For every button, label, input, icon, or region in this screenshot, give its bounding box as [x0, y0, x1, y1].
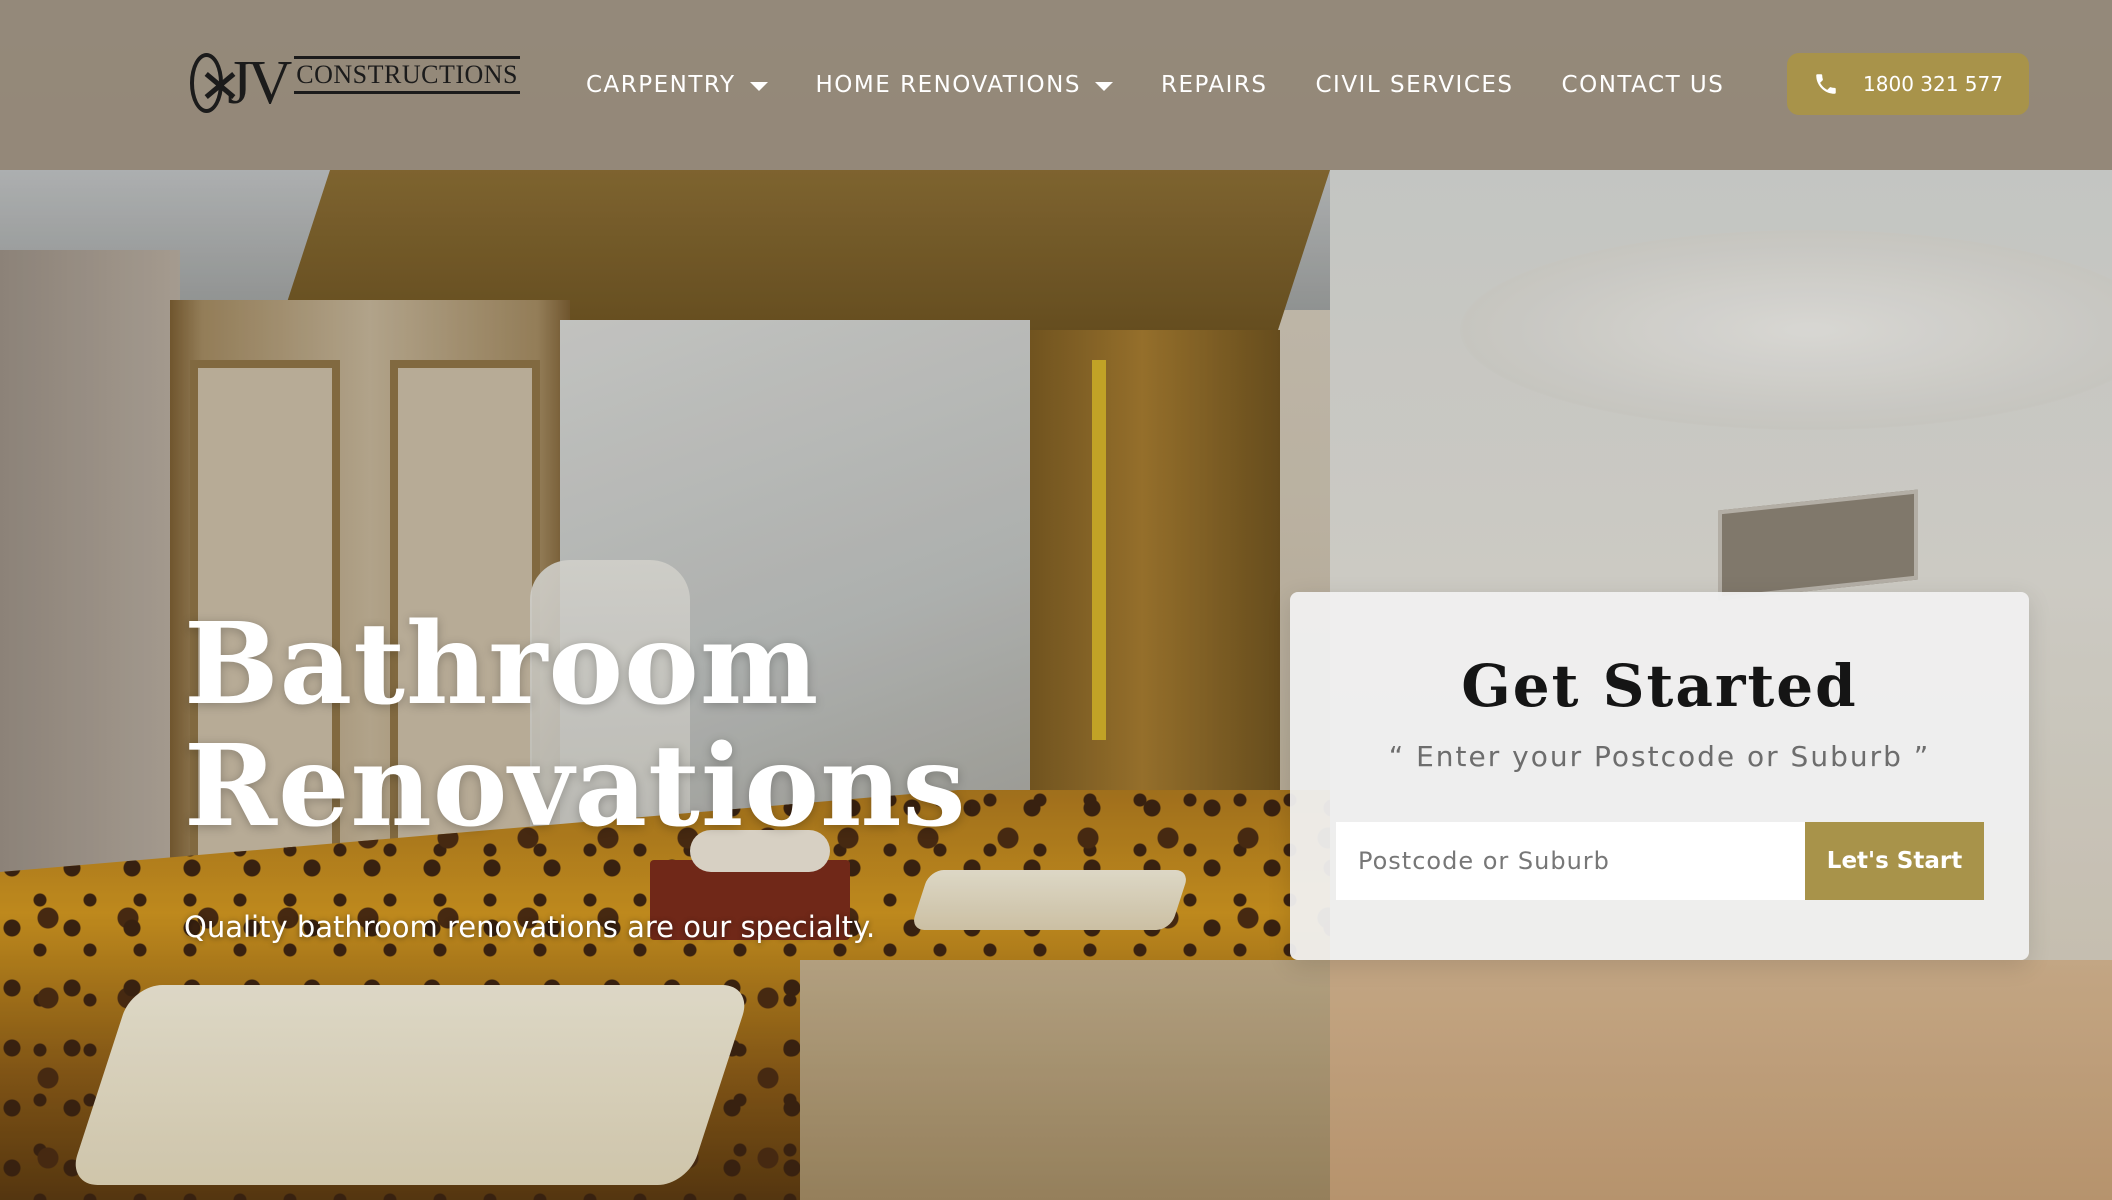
logo-wordmark: CONSTRUCTIONS: [294, 56, 520, 94]
nav-item-label: CONTACT US: [1561, 72, 1725, 98]
site-header: JV CONSTRUCTIONS CARPENTRY HOME RENOVATI…: [0, 0, 2112, 170]
lets-start-button[interactable]: Let's Start: [1805, 822, 1984, 900]
phone-button[interactable]: 1800 321 577: [1787, 53, 2029, 115]
get-started-subtitle: “ Enter your Postcode or Suburb ”: [1388, 740, 1931, 773]
get-started-card: Get Started “ Enter your Postcode or Sub…: [1290, 592, 2029, 960]
nav-item-civil-services[interactable]: CIVIL SERVICES: [1315, 72, 1513, 98]
nav-item-label: REPAIRS: [1160, 72, 1268, 98]
postcode-form: Let's Start: [1336, 822, 1984, 900]
hero-title: Bathroom Renovations: [184, 604, 1004, 848]
main-nav: CARPENTRY HOME RENOVATIONS REPAIRS CIVIL…: [586, 62, 1772, 108]
hero-subtitle: Quality bathroom renovations are our spe…: [184, 910, 876, 944]
nav-item-label: CIVIL SERVICES: [1315, 72, 1514, 98]
hero-title-line-2: Renovations: [184, 721, 967, 852]
chevron-down-icon: [1094, 81, 1113, 91]
nav-item-label: CARPENTRY: [586, 72, 736, 98]
nav-item-contact-us[interactable]: CONTACT US: [1562, 72, 1725, 98]
phone-number: 1800 321 577: [1863, 72, 2003, 96]
get-started-title: Get Started: [1461, 652, 1858, 720]
site-logo[interactable]: JV CONSTRUCTIONS: [190, 48, 520, 118]
nav-item-carpentry[interactable]: CARPENTRY: [586, 72, 768, 98]
logo-emblem-icon: [190, 53, 224, 113]
postcode-input[interactable]: [1336, 822, 1805, 900]
chevron-down-icon: [749, 81, 768, 91]
nav-item-repairs[interactable]: REPAIRS: [1161, 72, 1268, 98]
logo-letters: JV: [227, 49, 292, 117]
hero-title-line-1: Bathroom: [184, 599, 820, 730]
phone-icon: [1813, 71, 1839, 97]
nav-item-label: HOME RENOVATIONS: [815, 72, 1081, 98]
nav-item-home-renovations[interactable]: HOME RENOVATIONS: [816, 72, 1113, 98]
